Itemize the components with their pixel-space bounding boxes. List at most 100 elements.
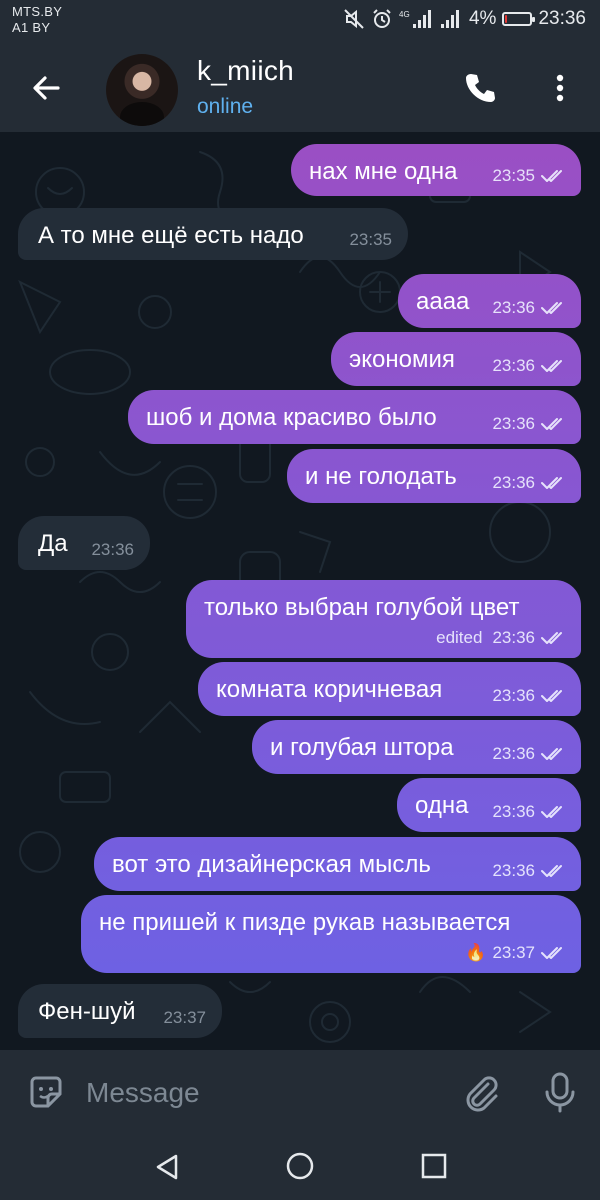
- arrow-left-icon: [33, 76, 60, 100]
- incoming-message[interactable]: Да 23:36: [18, 516, 150, 570]
- carrier-2: A1 BY: [12, 20, 51, 35]
- incoming-message[interactable]: Фен-шуй 23:37: [18, 984, 222, 1038]
- message-meta: 23:35: [492, 166, 567, 186]
- network-label: 4G: [399, 10, 410, 19]
- nav-home-button[interactable]: [284, 1150, 316, 1182]
- back-button[interactable]: [28, 70, 64, 106]
- read-receipt: [541, 864, 567, 878]
- read-receipt: [541, 301, 567, 315]
- contact-name[interactable]: k_miich: [197, 54, 294, 88]
- read-receipt: [541, 417, 567, 431]
- message-meta: 23:36: [492, 802, 567, 822]
- message-time: 23:36: [492, 356, 535, 375]
- signal-icon: [439, 8, 463, 30]
- alarm-icon: [371, 8, 393, 30]
- message-time: 23:36: [492, 861, 535, 880]
- status-icons: 4G 4% 23:36: [343, 8, 586, 30]
- message-text: А то мне ещё есть надо: [38, 222, 304, 249]
- message-time: 23:36: [492, 298, 535, 317]
- message-text: вот это дизайнерская мысль: [112, 851, 431, 878]
- outgoing-message[interactable]: только выбран голубой цвет edited 23:36: [186, 580, 581, 658]
- message-time: 23:35: [349, 230, 392, 249]
- message-meta: 23:36: [91, 540, 134, 560]
- message-meta: 23:37: [163, 1008, 206, 1028]
- double-check-icon: [541, 418, 562, 430]
- read-receipt: [541, 946, 567, 960]
- message-meta: 🔥 23:37: [465, 943, 567, 963]
- message-meta: 23:36: [492, 473, 567, 493]
- chat-header: k_miich online: [0, 42, 600, 132]
- double-check-icon: [541, 947, 562, 959]
- avatar[interactable]: [106, 54, 178, 126]
- message-time: 23:36: [492, 628, 535, 647]
- message-text: аааа: [416, 288, 470, 315]
- read-receipt: [541, 631, 567, 645]
- attach-button[interactable]: [460, 1072, 500, 1112]
- message-text: нах мне одна: [309, 158, 458, 185]
- message-meta: 23:36: [492, 298, 567, 318]
- status-bar: MTS.BY A1 BY 4G 4% 23:36: [0, 0, 600, 42]
- message-meta: 23:36: [492, 686, 567, 706]
- message-text: и не голодать: [305, 463, 457, 490]
- double-check-icon: [541, 748, 562, 760]
- mic-button[interactable]: [540, 1070, 580, 1114]
- message-input[interactable]: [84, 1072, 428, 1114]
- nav-back-button[interactable]: [152, 1152, 182, 1182]
- outgoing-message[interactable]: и голубая штора 23:36: [252, 720, 581, 774]
- outgoing-message[interactable]: шоб и дома красиво было 23:36: [128, 390, 581, 444]
- reaction-fire-icon[interactable]: 🔥: [465, 943, 486, 963]
- outgoing-message[interactable]: не пришей к пизде рукав называется 🔥 23:37: [81, 895, 581, 973]
- composer: [0, 1050, 600, 1134]
- message-text: и голубая штора: [270, 734, 454, 761]
- outgoing-message[interactable]: комната коричневая 23:36: [198, 662, 581, 716]
- outgoing-message[interactable]: аааа 23:36: [398, 274, 581, 328]
- double-check-icon: [541, 302, 562, 314]
- double-check-icon: [541, 632, 562, 644]
- battery-level: [505, 15, 508, 23]
- message-text: только выбран голубой цвет: [204, 594, 520, 621]
- outgoing-message[interactable]: вот это дизайнерская мысль 23:36: [94, 837, 581, 891]
- message-time: 23:36: [492, 744, 535, 763]
- outgoing-message[interactable]: и не голодать 23:36: [287, 449, 581, 503]
- message-time: 23:36: [91, 540, 134, 559]
- microphone-icon: [545, 1072, 575, 1113]
- chat-area[interactable]: нах мне одна 23:35 А то мне ещё есть надо 2…: [0, 132, 600, 1050]
- read-receipt: [541, 805, 567, 819]
- paperclip-icon: [466, 1076, 498, 1112]
- outgoing-message[interactable]: нах мне одна 23:35: [291, 144, 581, 196]
- system-nav-bar: [0, 1134, 600, 1200]
- circle-home-icon: [286, 1152, 314, 1180]
- message-text: шоб и дома красиво было: [146, 404, 437, 431]
- double-check-icon: [541, 360, 562, 372]
- double-check-icon: [541, 477, 562, 489]
- read-receipt: [541, 689, 567, 703]
- nav-recents-button[interactable]: [420, 1152, 448, 1180]
- outgoing-message[interactable]: экономия 23:36: [331, 332, 581, 386]
- call-button[interactable]: [462, 70, 498, 106]
- message-meta: 23:35: [349, 230, 392, 250]
- carrier-1: MTS.BY: [12, 4, 63, 19]
- battery-icon: [502, 12, 536, 26]
- sticker-icon: [30, 1076, 62, 1108]
- phone-icon: [466, 74, 495, 102]
- sticker-button[interactable]: [26, 1072, 66, 1112]
- square-recents-icon: [421, 1153, 447, 1179]
- read-receipt: [541, 359, 567, 373]
- triangle-back-icon: [156, 1154, 178, 1180]
- message-time: 23:36: [492, 802, 535, 821]
- message-meta: 23:36: [492, 861, 567, 881]
- more-button[interactable]: [546, 70, 574, 106]
- double-check-icon: [541, 170, 562, 182]
- message-text: экономия: [349, 346, 455, 373]
- mute-icon: [343, 8, 365, 30]
- message-text: комната коричневая: [216, 676, 443, 703]
- message-text: Да: [38, 530, 68, 557]
- outgoing-message[interactable]: одна 23:36: [397, 778, 581, 832]
- double-check-icon: [541, 690, 562, 702]
- double-check-icon: [541, 865, 562, 877]
- message-text: Фен-шуй: [38, 998, 136, 1025]
- more-vertical-icon: [556, 74, 564, 102]
- battery-percent: 4%: [468, 8, 497, 29]
- incoming-message[interactable]: А то мне ещё есть надо 23:35: [18, 208, 408, 260]
- read-receipt: [541, 169, 567, 183]
